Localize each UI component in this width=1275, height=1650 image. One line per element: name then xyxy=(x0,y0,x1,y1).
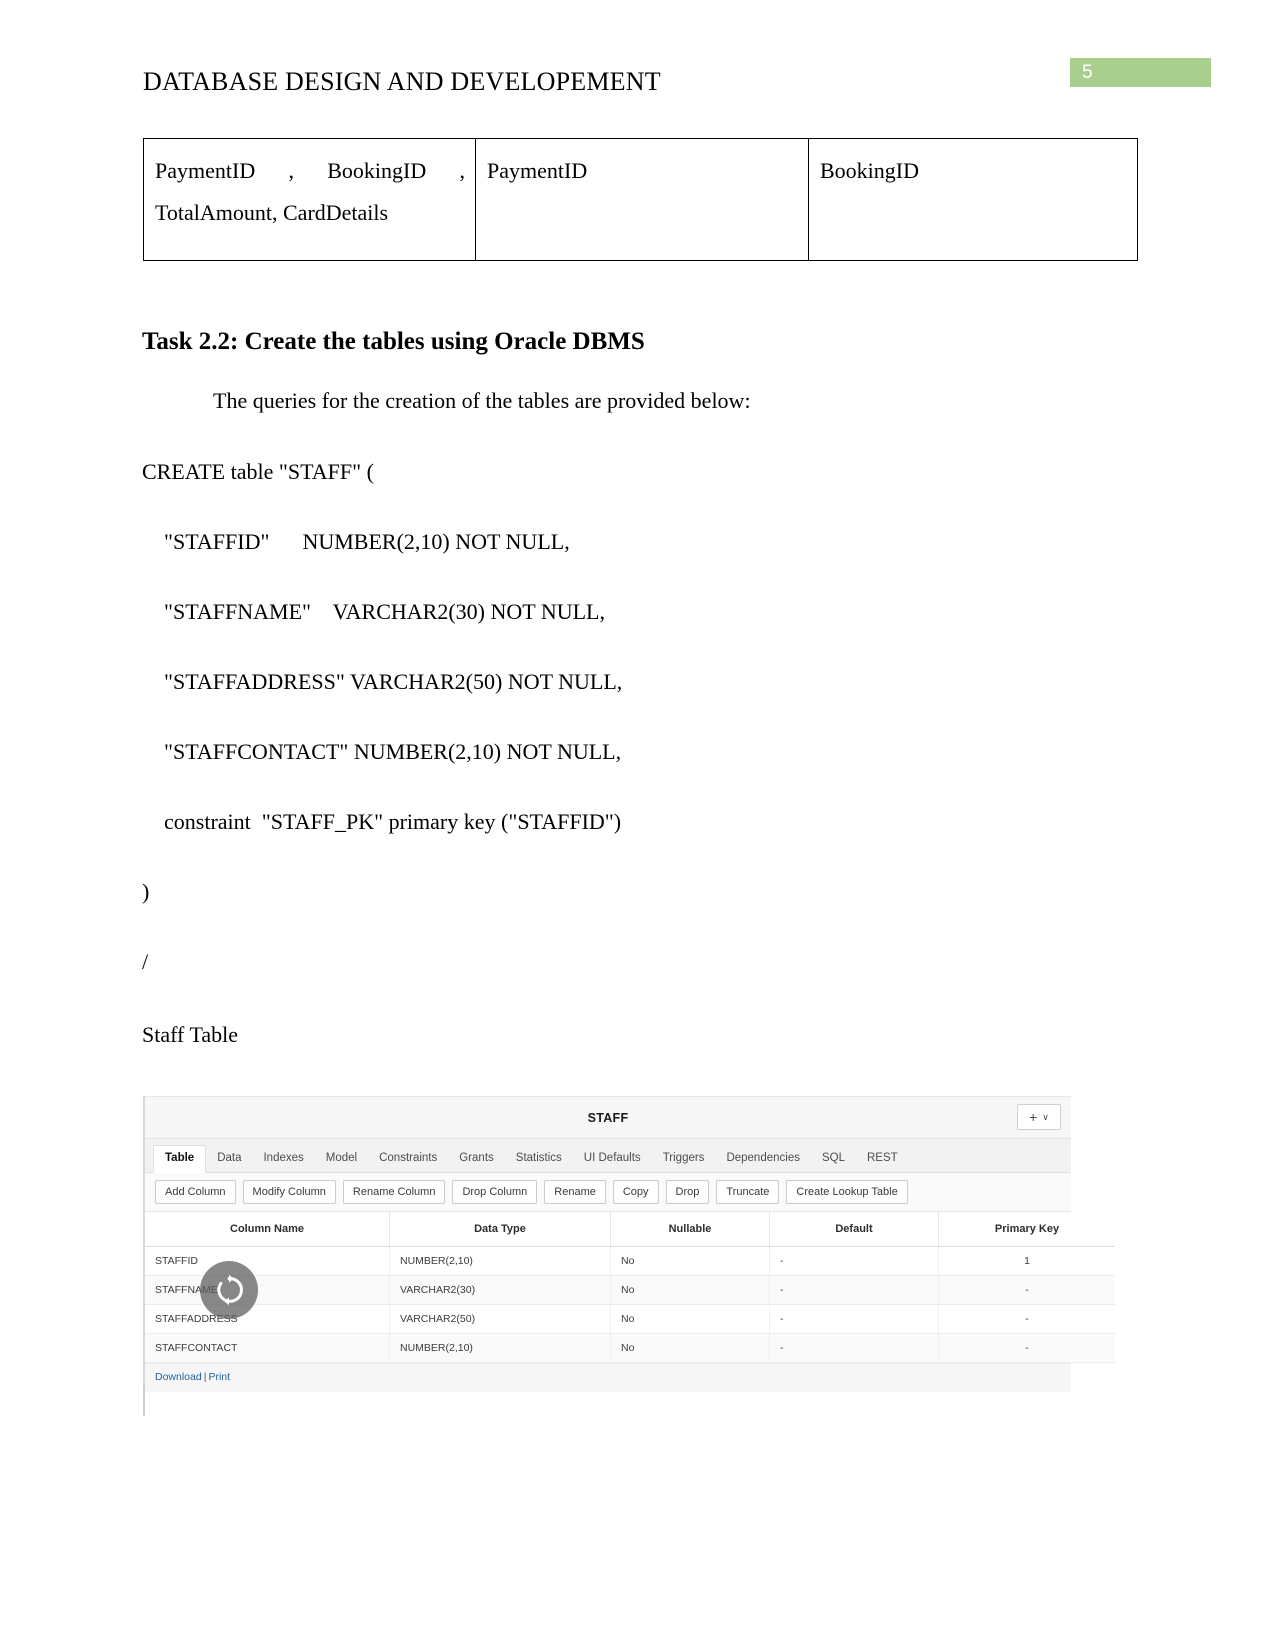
sql-line: CREATE table "STAFF" ( xyxy=(142,459,374,484)
copy-button[interactable]: Copy xyxy=(612,1179,659,1205)
apex-footer: Download | Print xyxy=(145,1363,1071,1392)
cell-primary-key: 1 xyxy=(938,1246,1115,1276)
document-header-title: DATABASE DESIGN AND DEVELOPEMENT xyxy=(143,67,661,96)
column-header-primary-key[interactable]: Primary Key xyxy=(938,1212,1115,1247)
add-column-button[interactable]: Add Column xyxy=(155,1179,236,1205)
table-row: STAFFCONTACT NUMBER(2,10) No - - xyxy=(145,1333,1115,1363)
page-number-value: 5 xyxy=(1082,61,1093,83)
modify-column-button[interactable]: Modify Column xyxy=(242,1179,336,1205)
sql-line: "STAFFID" NUMBER(2,10) NOT NULL, xyxy=(164,529,570,554)
attributes-table: PaymentID , BookingID , TotalAmount, Car… xyxy=(143,138,1138,261)
cell-default: - xyxy=(769,1333,939,1363)
cell-default: - xyxy=(769,1275,939,1305)
rename-column-button[interactable]: Rename Column xyxy=(342,1179,446,1205)
table-header-row: Column Name Data Type Nullable Default P… xyxy=(145,1212,1115,1247)
column-header-default[interactable]: Default xyxy=(769,1212,939,1247)
table-row: STAFFNAME VARCHAR2(30) No - - xyxy=(145,1275,1115,1305)
tab-rest[interactable]: REST xyxy=(856,1146,909,1173)
column-header-nullable[interactable]: Nullable xyxy=(610,1212,770,1247)
cell-primary-key: - xyxy=(938,1304,1115,1334)
cell-line-1: BookingID xyxy=(820,158,919,183)
cell-column-name: STAFFADDRESS xyxy=(145,1304,390,1334)
cell-column-name: STAFFID xyxy=(145,1246,390,1276)
tab-constraints[interactable]: Constraints xyxy=(368,1146,448,1173)
cell-column-name: STAFFNAME xyxy=(145,1275,390,1305)
task-heading: Task 2.2: Create the tables using Oracle… xyxy=(142,328,645,355)
drop-column-button[interactable]: Drop Column xyxy=(452,1179,538,1205)
column-definitions-table: Column Name Data Type Nullable Default P… xyxy=(145,1212,1115,1363)
cell-line-2: TotalAmount, CardDetails xyxy=(155,199,389,225)
truncate-button[interactable]: Truncate xyxy=(716,1179,780,1205)
tab-table[interactable]: Table xyxy=(153,1144,207,1173)
tab-sql[interactable]: SQL xyxy=(811,1146,856,1173)
apex-screenshot-panel: STAFF + ∨ Table Data Indexes Model Const… xyxy=(143,1096,1115,1392)
apex-table-title: STAFF xyxy=(587,1110,629,1125)
cell-nullable: No xyxy=(610,1275,770,1305)
cell-data-type: NUMBER(2,10) xyxy=(389,1333,611,1363)
sql-line: "STAFFNAME" VARCHAR2(30) NOT NULL, xyxy=(164,599,605,624)
chevron-down-icon: ∨ xyxy=(1042,1111,1049,1122)
cell-nullable: No xyxy=(610,1304,770,1334)
add-dropdown-button[interactable]: + ∨ xyxy=(1017,1104,1061,1130)
cell-primary-key: - xyxy=(938,1333,1115,1363)
apex-title-bar: STAFF + ∨ xyxy=(145,1096,1071,1139)
column-header-column-name[interactable]: Column Name xyxy=(145,1212,390,1247)
document-page: DATABASE DESIGN AND DEVELOPEMENT 5 Payme… xyxy=(0,0,1275,1650)
sql-line: constraint "STAFF_PK" primary key ("STAF… xyxy=(164,809,622,834)
cell-default: - xyxy=(769,1246,939,1276)
cell-line-1: PaymentID xyxy=(487,158,588,183)
table-row: PaymentID , BookingID , TotalAmount, Car… xyxy=(143,138,1138,261)
cell-nullable: No xyxy=(610,1333,770,1363)
cell-data-type: VARCHAR2(30) xyxy=(389,1275,611,1305)
create-lookup-table-button[interactable]: Create Lookup Table xyxy=(786,1179,908,1205)
sql-line: "STAFFCONTACT" NUMBER(2,10) NOT NULL, xyxy=(164,739,622,764)
cell-data-type: NUMBER(2,10) xyxy=(389,1246,611,1276)
table-cell-foreign-key: BookingID xyxy=(808,138,1138,261)
plus-icon: + xyxy=(1029,1109,1038,1125)
print-link[interactable]: Print xyxy=(208,1371,230,1383)
tab-dependencies[interactable]: Dependencies xyxy=(715,1146,811,1173)
table-cell-primary-key: PaymentID xyxy=(475,138,809,261)
cell-line-1: PaymentID , BookingID , xyxy=(155,158,465,183)
page-number-badge: 5 xyxy=(1070,58,1211,87)
cell-nullable: No xyxy=(610,1246,770,1276)
cell-column-name: STAFFCONTACT xyxy=(145,1333,390,1363)
sql-line: ) xyxy=(142,879,150,904)
tab-model[interactable]: Model xyxy=(315,1146,368,1173)
tab-grants[interactable]: Grants xyxy=(448,1146,505,1173)
cell-default: - xyxy=(769,1304,939,1334)
apex-tab-bar: Table Data Indexes Model Constraints Gra… xyxy=(145,1139,1071,1173)
tab-indexes[interactable]: Indexes xyxy=(252,1146,314,1173)
table-row: STAFFID NUMBER(2,10) No - 1 xyxy=(145,1246,1115,1276)
sql-line: / xyxy=(142,949,149,974)
download-link[interactable]: Download xyxy=(155,1371,202,1383)
sql-code-block: CREATE table "STAFF" ( "STAFFID" NUMBER(… xyxy=(142,458,1082,1018)
tab-triggers[interactable]: Triggers xyxy=(652,1146,716,1173)
tab-statistics[interactable]: Statistics xyxy=(505,1146,573,1173)
sql-line: "STAFFADDRESS" VARCHAR2(50) NOT NULL, xyxy=(164,669,623,694)
tab-ui-defaults[interactable]: UI Defaults xyxy=(573,1146,652,1173)
cell-data-type: VARCHAR2(50) xyxy=(389,1304,611,1334)
figure-caption: Staff Table xyxy=(142,1022,239,1047)
table-cell-attributes: PaymentID , BookingID , TotalAmount, Car… xyxy=(143,138,476,261)
intro-paragraph: The queries for the creation of the tabl… xyxy=(213,388,751,413)
column-header-data-type[interactable]: Data Type xyxy=(389,1212,611,1247)
tab-data[interactable]: Data xyxy=(206,1146,252,1173)
table-row: STAFFADDRESS VARCHAR2(50) No - - xyxy=(145,1304,1115,1334)
drop-button[interactable]: Drop xyxy=(665,1179,710,1205)
cell-primary-key: - xyxy=(938,1275,1115,1305)
apex-action-toolbar: Add Column Modify Column Rename Column D… xyxy=(145,1173,1071,1212)
rename-button[interactable]: Rename xyxy=(544,1179,606,1205)
